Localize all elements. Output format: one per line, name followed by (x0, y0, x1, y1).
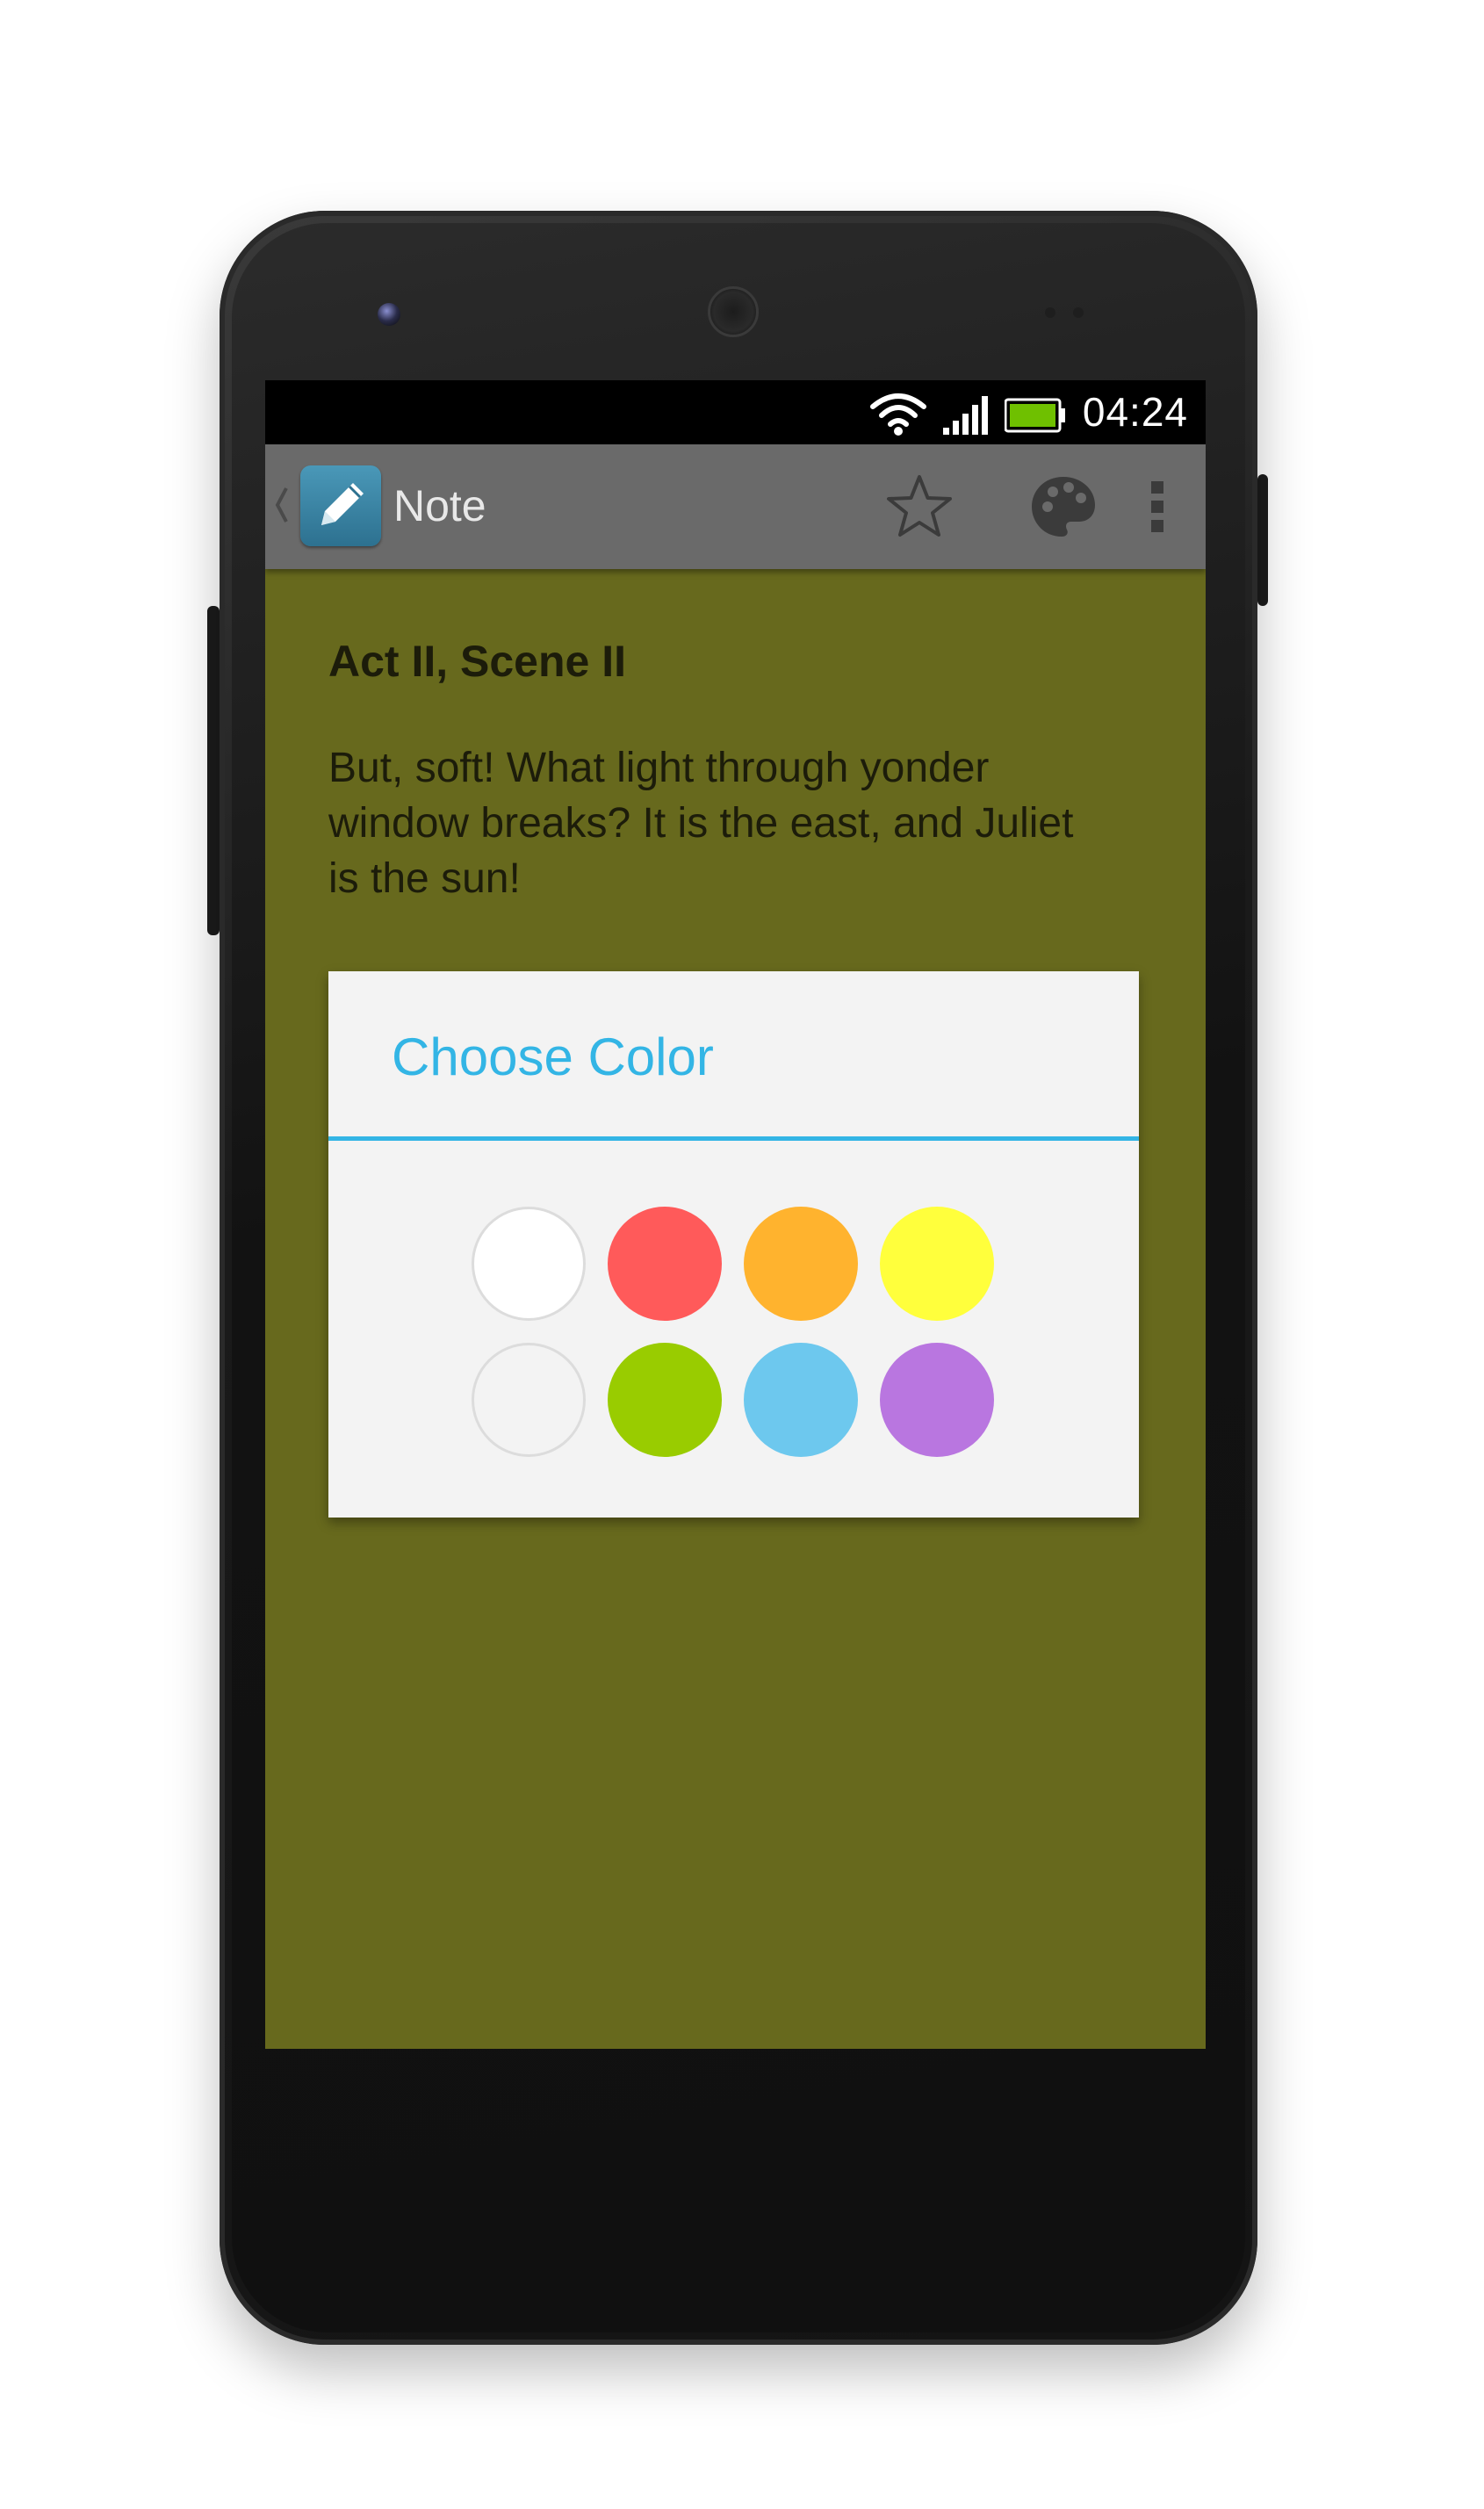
choose-color-dialog: Choose Color (328, 971, 1139, 1518)
dialog-divider (328, 1136, 1139, 1141)
color-swatch-red[interactable] (608, 1207, 722, 1321)
light-sensor (1073, 307, 1084, 318)
action-bar: Note (265, 444, 1206, 569)
dialog-title: Choose Color (392, 1027, 714, 1086)
overflow-menu-button[interactable] (1131, 469, 1184, 544)
volume-button (207, 606, 220, 935)
note-title[interactable]: Act II, Scene II (328, 635, 626, 688)
app-title[interactable]: Note (393, 478, 486, 534)
earpiece-speaker (708, 286, 759, 337)
front-camera (378, 303, 400, 326)
status-time: 04:24 (1082, 389, 1188, 435)
overflow-menu-icon (1151, 481, 1163, 532)
star-button[interactable] (880, 469, 959, 544)
chevron-left-icon[interactable] (272, 483, 290, 527)
color-button[interactable] (1024, 469, 1103, 544)
color-swatch-blue[interactable] (744, 1343, 858, 1457)
pencil-icon[interactable] (300, 465, 381, 546)
color-swatch-orange[interactable] (744, 1207, 858, 1321)
wifi-icon (869, 391, 927, 441)
color-swatch-white[interactable] (472, 1207, 586, 1321)
proximity-sensor (1045, 307, 1055, 318)
power-button (1257, 474, 1268, 606)
phone-screen: 04:24 Note Act II, Scene II But, soft! W… (265, 380, 1206, 2049)
status-bar: 04:24 (265, 380, 1206, 444)
color-swatch-yellow[interactable] (880, 1207, 994, 1321)
color-swatch-purple[interactable] (880, 1343, 994, 1457)
signal-icon (941, 394, 994, 441)
palette-icon (1032, 477, 1095, 537)
battery-icon (1004, 398, 1066, 437)
color-swatch-green[interactable] (608, 1343, 722, 1457)
device-mockup: 04:24 Note Act II, Scene II But, soft! W… (0, 0, 1484, 2509)
note-body[interactable]: But, soft! What light through yonder win… (328, 740, 1101, 906)
star-icon (887, 475, 952, 537)
color-swatch-light-gray[interactable] (472, 1343, 586, 1457)
